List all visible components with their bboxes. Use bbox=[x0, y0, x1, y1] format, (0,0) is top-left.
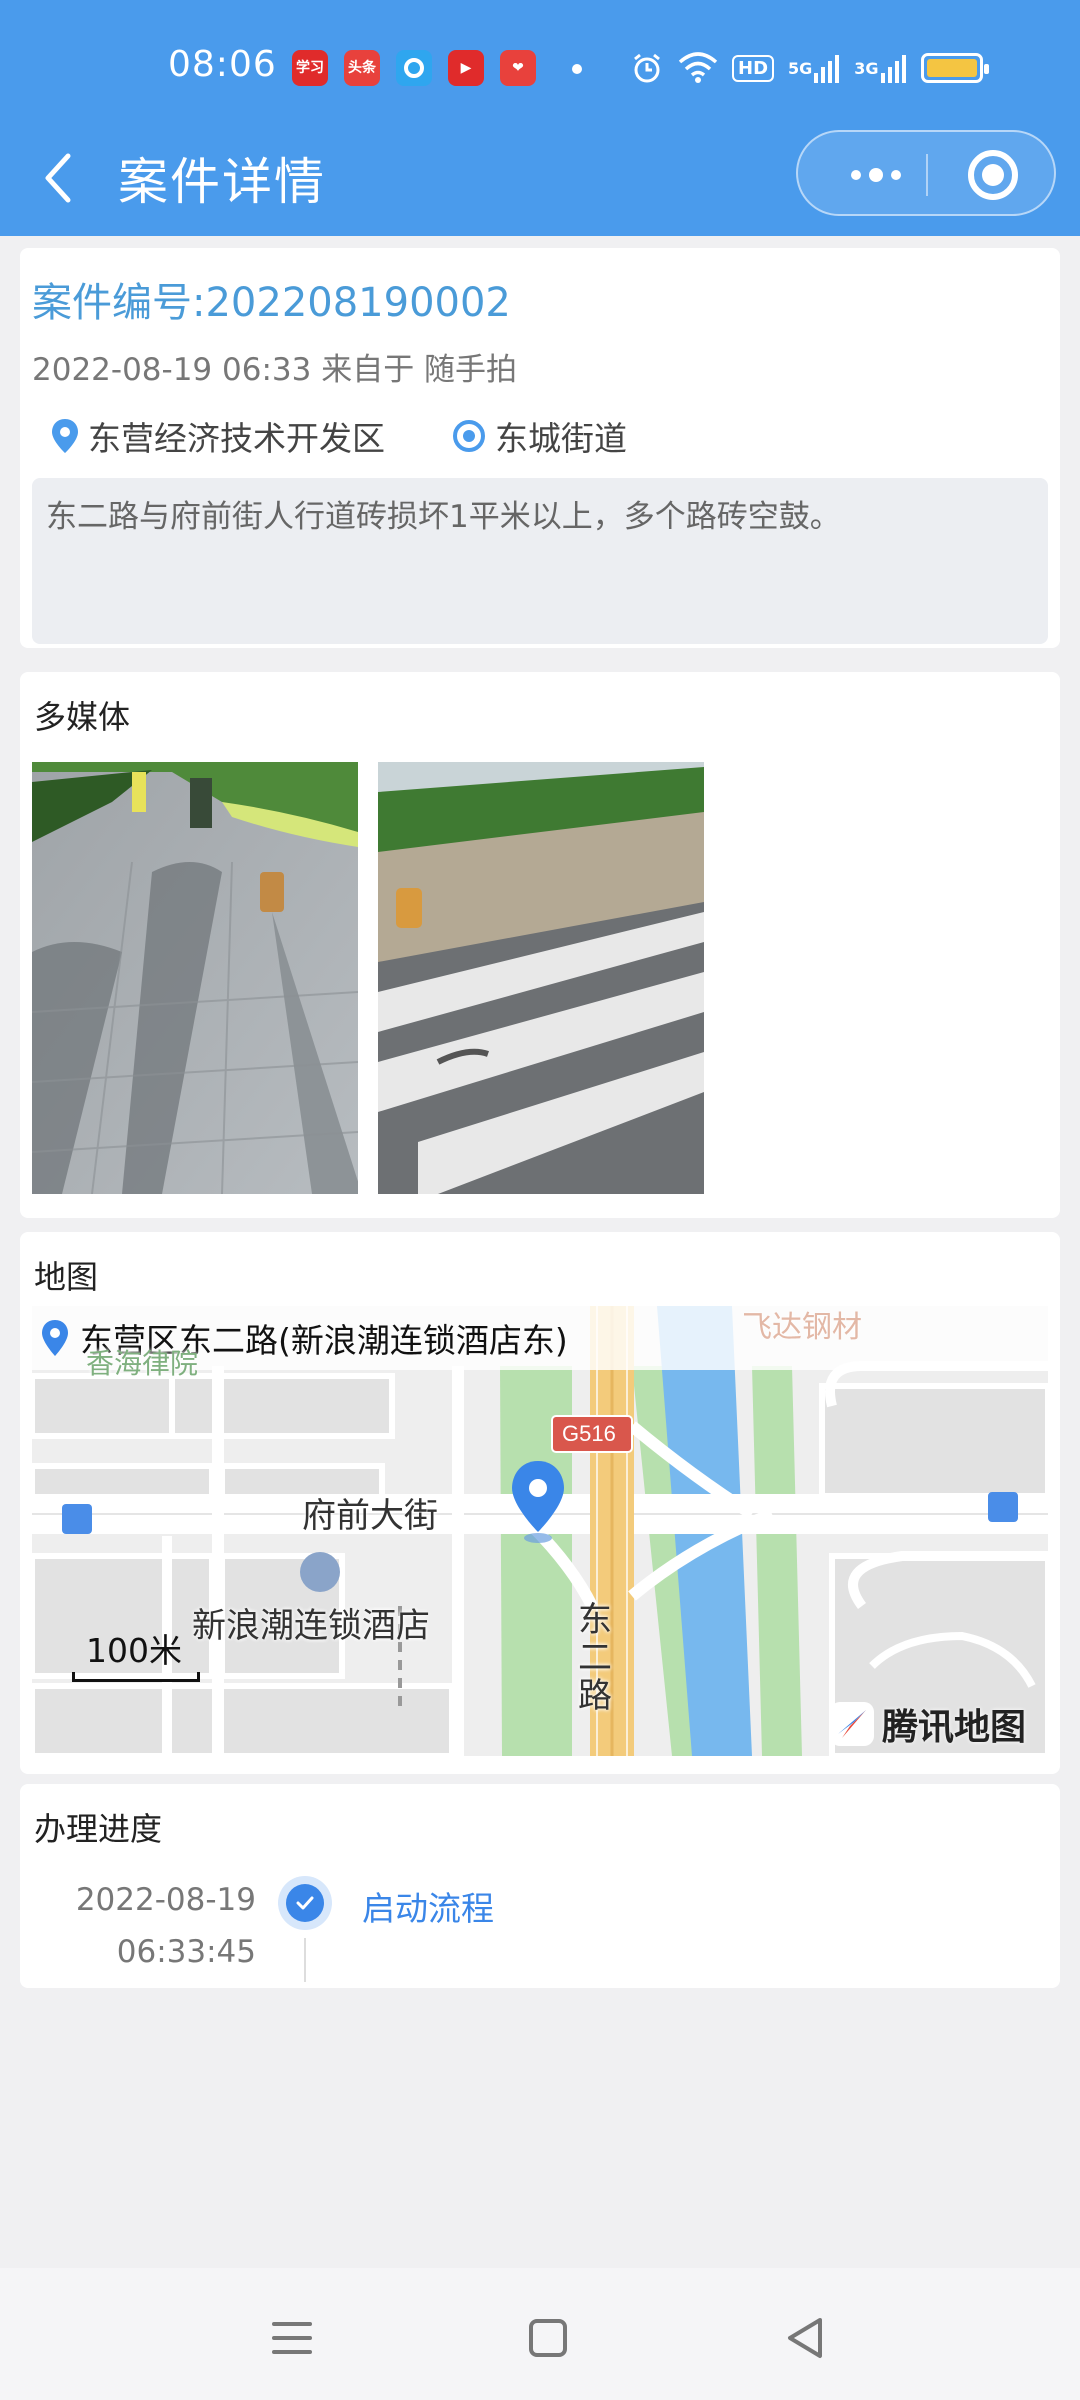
progress-step-label: 启动流程 bbox=[362, 1889, 494, 1928]
media-section-title: 多媒体 bbox=[34, 698, 131, 736]
road-label-dong3: 路 bbox=[578, 1676, 612, 1716]
system-back-button[interactable] bbox=[776, 2308, 836, 2368]
more-dot bbox=[851, 170, 861, 180]
capsule-divider bbox=[926, 154, 928, 196]
hd-icon: HD bbox=[732, 48, 775, 88]
district-label: 东营经济技术开发区 bbox=[88, 419, 385, 458]
status-bar: 08:06 学习 头条 ▶ ❤ HD 5G 3G bbox=[0, 30, 1080, 110]
case-description: 东二路与府前街人行道砖损坏1平米以上，多个路砖空鼓。 bbox=[32, 478, 1048, 644]
tencent-map-logo: 腾讯地图 bbox=[828, 1698, 1026, 1750]
case-number: 案件编号:202208190002 bbox=[32, 280, 511, 326]
map-pin-icon bbox=[52, 419, 78, 453]
map-scale-label: 100米 bbox=[86, 1631, 182, 1670]
system-nav-bar bbox=[0, 2268, 1080, 2400]
progress-section-title: 办理进度 bbox=[34, 1810, 163, 1848]
map-scale-bar bbox=[72, 1672, 200, 1682]
more-notifications-dot bbox=[572, 64, 582, 74]
street-label: 东城街道 bbox=[495, 419, 627, 458]
compass-logo-icon bbox=[829, 1702, 874, 1746]
page-title: 案件详情 bbox=[118, 153, 326, 211]
video-icon: ▶ bbox=[448, 50, 484, 86]
battery-icon bbox=[920, 53, 989, 83]
poi-label-hotel: 新浪潮连锁酒店 bbox=[192, 1606, 430, 1646]
system-icons: HD 5G 3G bbox=[630, 48, 989, 88]
progress-step-marker bbox=[278, 1876, 332, 1930]
home-square-icon bbox=[529, 2319, 567, 2357]
progress-step-time: 06:33:45 bbox=[116, 1934, 256, 1970]
home-button[interactable] bbox=[518, 2308, 578, 2368]
heart-app-icon: ❤ bbox=[500, 50, 536, 86]
street-tag: 东城街道 bbox=[451, 412, 627, 460]
nav-bar: 案件详情 bbox=[0, 120, 1080, 236]
signal-5g-label: 5G bbox=[788, 58, 813, 78]
more-dot bbox=[869, 168, 883, 182]
alarm-icon bbox=[630, 48, 664, 88]
app-blue-icon bbox=[396, 50, 432, 86]
signal-5g-icon: 5G bbox=[788, 48, 840, 88]
map-logo-text: 腾讯地图 bbox=[881, 1707, 1026, 1748]
xuexi-icon: 学习 bbox=[292, 50, 328, 86]
case-photo[interactable] bbox=[378, 762, 704, 1194]
battery-level bbox=[926, 59, 977, 77]
road-label-fuqian: 府前大街 bbox=[302, 1496, 438, 1536]
map-view[interactable]: G516 东营区东二路(新浪潮连锁酒店东) 府前大街 新浪潮连锁酒店 东 二 路… bbox=[32, 1306, 1048, 1756]
location-target-icon bbox=[453, 420, 485, 452]
menu-button[interactable] bbox=[262, 2308, 322, 2368]
poi-label-top-left: 香海律院 bbox=[86, 1347, 199, 1380]
location-row: 东营经济技术开发区 东城街道 bbox=[50, 412, 693, 460]
case-meta: 2022-08-19 06:33 来自于 随手拍 bbox=[32, 352, 518, 388]
wifi-icon bbox=[678, 48, 718, 88]
close-miniapp-button[interactable] bbox=[968, 150, 1018, 200]
poi-label-feida: 飞达钢材 bbox=[742, 1310, 862, 1345]
signal-3g-label: 3G bbox=[854, 58, 879, 78]
map-card: 地图 G516 东营区东二路(新浪潮连锁酒店东) 府前大街 新浪潮连锁酒店 东 … bbox=[20, 1232, 1060, 1774]
toutiao-icon: 头条 bbox=[344, 50, 380, 86]
map-scale: 100米 bbox=[72, 1624, 202, 1684]
check-icon bbox=[286, 1884, 324, 1922]
highway-shield-label: G516 bbox=[562, 1421, 616, 1446]
progress-timeline-line bbox=[304, 1938, 306, 1982]
map-section-title: 地图 bbox=[34, 1258, 99, 1296]
status-time: 08:06 bbox=[168, 44, 277, 85]
signal-3g-icon: 3G bbox=[854, 48, 906, 88]
back-button[interactable] bbox=[36, 148, 86, 208]
more-button[interactable] bbox=[828, 132, 924, 218]
more-dot bbox=[891, 170, 901, 180]
case-info-card: 案件编号:202208190002 2022-08-19 06:33 来自于 随… bbox=[20, 248, 1060, 648]
notification-icons: 学习 头条 ▶ ❤ bbox=[292, 50, 536, 86]
menu-icon bbox=[272, 2322, 312, 2354]
case-photo[interactable] bbox=[32, 762, 358, 1194]
header: 08:06 学习 头条 ▶ ❤ HD 5G 3G 案件详情 bbox=[0, 0, 1080, 236]
progress-step-date: 2022-08-19 bbox=[75, 1882, 256, 1918]
miniapp-capsule bbox=[796, 130, 1056, 216]
chevron-left-icon bbox=[45, 153, 71, 203]
district-tag: 东营经济技术开发区 bbox=[50, 412, 385, 460]
triangle-back-icon bbox=[788, 2318, 822, 2358]
media-card: 多媒体 bbox=[20, 672, 1060, 1218]
map-pin-icon bbox=[42, 1320, 68, 1356]
progress-card: 办理进度 2022-08-19 06:33:45 启动流程 bbox=[20, 1784, 1060, 1988]
